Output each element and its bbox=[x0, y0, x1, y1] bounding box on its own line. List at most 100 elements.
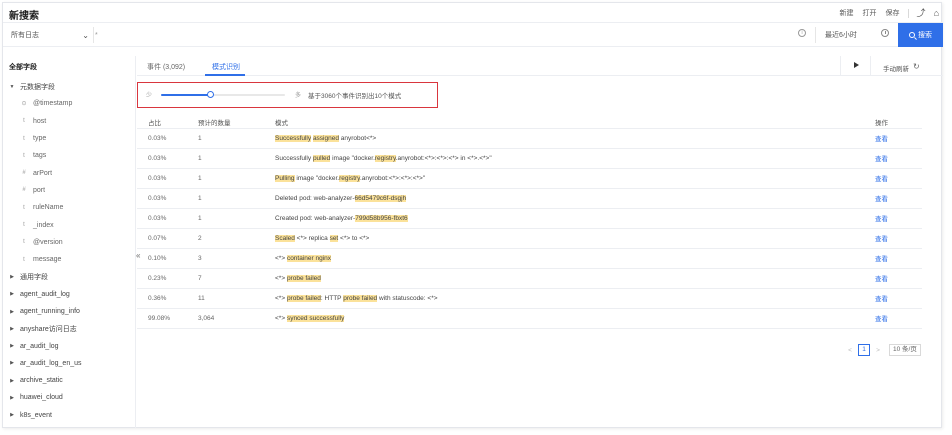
pattern-keyword: probe failed bbox=[343, 294, 378, 302]
pattern-text: <*> bbox=[275, 254, 287, 262]
sidebar-field[interactable]: t _index bbox=[3, 216, 136, 233]
time-range-picker[interactable]: 最近6小时 bbox=[825, 30, 857, 40]
table-row: 0.03% 1 Pulling image "docker.registry.any… bbox=[137, 168, 922, 189]
percent-cell: 99.08% bbox=[137, 308, 187, 329]
next-page-button[interactable]: > bbox=[873, 347, 883, 354]
pattern-cell: Successfully pulled image "docker.regist… bbox=[264, 148, 864, 169]
field-name: message bbox=[33, 256, 62, 264]
pattern-cell: <*> container nginx bbox=[264, 248, 864, 269]
count-cell: 1 bbox=[187, 188, 264, 209]
caret-right-icon: ▶ bbox=[10, 412, 14, 419]
sidebar-group[interactable]: ▶ k8s_event bbox=[3, 407, 136, 424]
sidebar-field[interactable]: # arPort bbox=[3, 164, 136, 181]
top-bar: 新搜索 新建 打开 保存 ⤴ ⌂ bbox=[3, 3, 943, 23]
sidebar-field[interactable]: t type bbox=[3, 130, 136, 147]
tab-patterns[interactable]: 模式识别 bbox=[212, 62, 240, 72]
sidebar-field[interactable]: t @version bbox=[3, 234, 136, 251]
field-name: k8s_event bbox=[20, 411, 52, 419]
view-link[interactable]: 查看 bbox=[864, 168, 922, 189]
manual-refresh-button[interactable]: 手动刷新 bbox=[883, 63, 909, 73]
search-button[interactable]: 搜索 bbox=[898, 23, 943, 47]
pattern-text: .anyrobot:<*>:<*>:<*>" bbox=[359, 174, 426, 182]
count-cell: 2 bbox=[187, 228, 264, 249]
pattern-keyword: assigned bbox=[312, 134, 339, 142]
active-tab-indicator bbox=[205, 74, 245, 76]
column-header-count[interactable]: 预计的数量 bbox=[187, 116, 264, 129]
sidebar-group[interactable]: ▼ 元数据字段 bbox=[3, 78, 136, 95]
count-cell: 1 bbox=[187, 128, 264, 149]
percent-cell: 0.23% bbox=[137, 268, 187, 289]
pattern-cell: <*> synced successfully bbox=[264, 308, 864, 329]
logset-select[interactable]: 所有日志 ⌄ bbox=[11, 28, 89, 42]
pattern-keyword: Pulling bbox=[275, 174, 295, 182]
sidebar-field[interactable]: t host bbox=[3, 113, 136, 130]
refresh-icon[interactable]: ↻ bbox=[913, 62, 920, 71]
info-icon[interactable]: i bbox=[798, 29, 806, 37]
pattern-cell: Pulling image "docker.registry.anyrobot:… bbox=[264, 168, 864, 189]
percent-cell: 0.07% bbox=[137, 228, 187, 249]
tab-events[interactable]: 事件 (3,092) bbox=[147, 62, 185, 72]
count-cell: 3 bbox=[187, 248, 264, 269]
table-row: 0.03% 1 Created pod: web-analyzer-799d58b9… bbox=[137, 208, 922, 229]
sidebar-group[interactable]: ▶ anyshare访问日志 bbox=[3, 320, 136, 337]
pattern-text: Created pod: web-analyzer- bbox=[275, 214, 356, 222]
play-icon[interactable] bbox=[854, 62, 859, 68]
view-link[interactable]: 查看 bbox=[864, 148, 922, 169]
clock-icon[interactable] bbox=[881, 29, 889, 37]
caret-right-icon: ▶ bbox=[10, 308, 14, 315]
prev-page-button[interactable]: < bbox=[845, 347, 855, 354]
sidebar-field[interactable]: t tags bbox=[3, 147, 136, 164]
sidebar-group[interactable]: ▶ 通用字段 bbox=[3, 268, 136, 285]
sidebar-group[interactable]: ▶ ar_audit_log_en_us bbox=[3, 355, 136, 372]
field-list: ▼ 元数据字段 ⊙ @timestamp t host t type t tags # arPort #… bbox=[3, 78, 136, 424]
query-input[interactable] bbox=[95, 27, 795, 43]
open-button[interactable]: 打开 bbox=[863, 8, 877, 18]
view-link[interactable]: 查看 bbox=[864, 208, 922, 229]
pattern-text: .anyrobot:<*>:<*>:<*> in <*>.<*>" bbox=[395, 154, 492, 162]
pattern-text: image "docker. bbox=[294, 174, 340, 182]
field-type-icon: t bbox=[23, 239, 25, 246]
page-size-select[interactable]: 10 条/页 bbox=[889, 344, 921, 356]
column-header-pattern: 模式 bbox=[264, 116, 864, 129]
field-type-icon: # bbox=[22, 187, 26, 194]
sidebar-group[interactable]: ▶ huawei_cloud bbox=[3, 389, 136, 406]
view-link[interactable]: 查看 bbox=[864, 228, 922, 249]
sidebar-field[interactable]: t message bbox=[3, 251, 136, 268]
view-link[interactable]: 查看 bbox=[864, 128, 922, 149]
pattern-summary: 基于3060个事件识别出10个模式 bbox=[308, 93, 402, 100]
view-link[interactable]: 查看 bbox=[864, 268, 922, 289]
pattern-text: <*> bbox=[275, 274, 287, 282]
pagination: < 1 > 10 条/页 bbox=[845, 344, 921, 356]
sidebar-group[interactable]: ▶ ar_audit_log bbox=[3, 337, 136, 354]
caret-right-icon: ▶ bbox=[10, 325, 14, 332]
sidebar-group[interactable]: ▶ agent_audit_log bbox=[3, 286, 136, 303]
share-icon[interactable]: ⤴ bbox=[917, 8, 926, 18]
table-row: 0.36% 11 <*> probe failed: HTTP probe fail… bbox=[137, 288, 922, 309]
new-button[interactable]: 新建 bbox=[840, 8, 854, 18]
save-button[interactable]: 保存 bbox=[886, 8, 900, 18]
sidebar-field[interactable]: t ruleName bbox=[3, 199, 136, 216]
field-sidebar: 全部字段 ▼ 元数据字段 ⊙ @timestamp t host t type t tags # ar… bbox=[3, 56, 136, 428]
home-icon[interactable]: ⌂ bbox=[934, 8, 939, 18]
divider bbox=[870, 56, 871, 76]
sidebar-group[interactable]: ▶ agent_running_info bbox=[3, 303, 136, 320]
pattern-keyword: synced successfully bbox=[286, 314, 345, 322]
pattern-text: with statuscode: <*> bbox=[377, 294, 438, 302]
sidebar-field[interactable]: ⊙ @timestamp bbox=[3, 95, 136, 112]
percent-cell: 0.03% bbox=[137, 168, 187, 189]
field-name: ar_audit_log bbox=[20, 342, 59, 350]
top-actions: 新建 打开 保存 ⤴ ⌂ bbox=[831, 8, 939, 18]
view-link[interactable]: 查看 bbox=[864, 248, 922, 269]
count-cell: 1 bbox=[187, 208, 264, 229]
sidebar-group[interactable]: ▶ archive_static bbox=[3, 372, 136, 389]
pattern-table: 占比 预计的数量 模式 操作 0.03% 1 Successfully assign… bbox=[137, 116, 922, 329]
view-link[interactable]: 查看 bbox=[864, 188, 922, 209]
view-link[interactable]: 查看 bbox=[864, 308, 922, 329]
view-link[interactable]: 查看 bbox=[864, 288, 922, 309]
slider-max-label: 多 bbox=[295, 93, 302, 99]
page-number-button[interactable]: 1 bbox=[858, 344, 870, 356]
field-name: @version bbox=[33, 238, 63, 246]
column-header-percent[interactable]: 占比 bbox=[137, 116, 187, 129]
field-type-icon: ⊙ bbox=[21, 101, 27, 108]
sidebar-field[interactable]: # port bbox=[3, 182, 136, 199]
